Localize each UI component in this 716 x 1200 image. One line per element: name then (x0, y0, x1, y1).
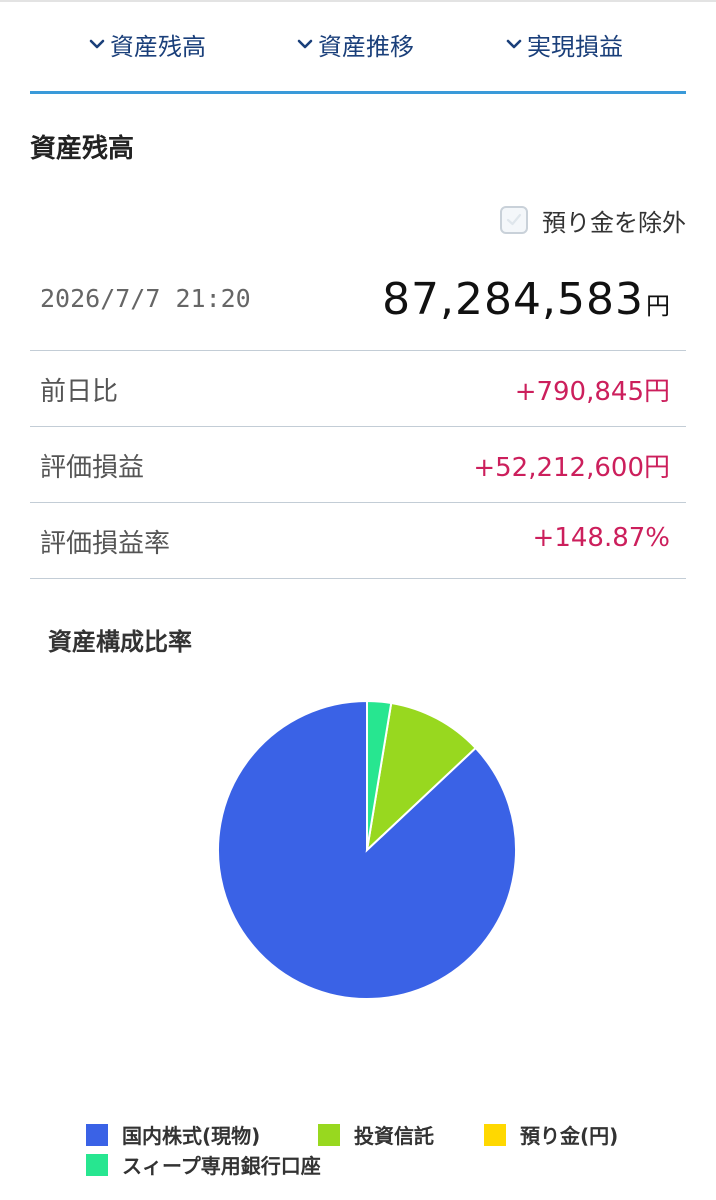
exclude-deposit-label: 預り金を除外 (542, 208, 686, 237)
tab-realized-pl[interactable]: 実現損益 (505, 20, 623, 68)
legend-label: 国内株式(現物) (122, 1124, 261, 1148)
legend-swatch (318, 1123, 340, 1146)
tab-divider (30, 91, 686, 94)
pie-svg (217, 699, 517, 1000)
balance-amount-value: 87,284,583 (382, 274, 644, 325)
stat-label: 前日比 (40, 377, 119, 407)
stat-value: +790,845円 (514, 377, 670, 407)
stat-row-unrealized-pl-rate: 評価損益率 +148.87% (30, 503, 686, 579)
tab-asset-trend[interactable]: 資産推移 (296, 20, 414, 68)
chevron-down-icon (89, 39, 105, 49)
balance-amount-unit: 円 (646, 292, 670, 320)
check-icon (506, 213, 522, 226)
balance-datetime: 2026/7/7 21:20 (40, 284, 251, 313)
legend-swatch (86, 1123, 108, 1146)
top-border (0, 0, 716, 2)
stat-label: 評価損益率 (40, 529, 171, 559)
chevron-down-icon (297, 39, 313, 49)
stat-value: +52,212,600円 (473, 453, 670, 483)
exclude-deposit-toggle[interactable]: 預り金を除外 (500, 200, 686, 240)
legend-item[interactable]: スィープ専用銀行口座 (86, 1150, 321, 1179)
asset-tabs: 資産残高 資産推移 実現損益 (0, 20, 716, 68)
balance-row: 2026/7/7 21:20 87,284,583 円 (30, 262, 686, 351)
chevron-down-icon (506, 39, 522, 49)
composition-pie-chart (0, 680, 716, 1020)
legend-swatch (86, 1153, 108, 1176)
balance-amount: 87,284,583 円 (382, 274, 670, 325)
legend-item[interactable]: 投資信託 (318, 1120, 434, 1149)
composition-chart-title: 資産構成比率 (48, 628, 192, 656)
legend-item[interactable]: 国内株式(現物) (86, 1120, 260, 1149)
legend-label: 投資信託 (354, 1124, 434, 1148)
tab-asset-balance[interactable]: 資産残高 (88, 20, 206, 68)
stat-row-unrealized-pl: 評価損益 +52,212,600円 (30, 427, 686, 503)
stat-label: 評価損益 (40, 453, 145, 483)
stat-row-day-change: 前日比 +790,845円 (30, 351, 686, 427)
tab-label: 資産推移 (318, 32, 414, 61)
tab-label: 資産残高 (110, 32, 206, 61)
stat-value: +148.87% (532, 523, 670, 553)
legend-swatch (484, 1123, 506, 1146)
tab-label: 実現損益 (527, 32, 623, 61)
exclude-deposit-checkbox[interactable] (500, 206, 528, 234)
legend-item[interactable]: 預り金(円) (484, 1120, 618, 1149)
legend-label: 預り金(円) (520, 1124, 619, 1148)
section-title: 資産残高 (30, 134, 135, 164)
legend-label: スィープ専用銀行口座 (122, 1154, 321, 1178)
